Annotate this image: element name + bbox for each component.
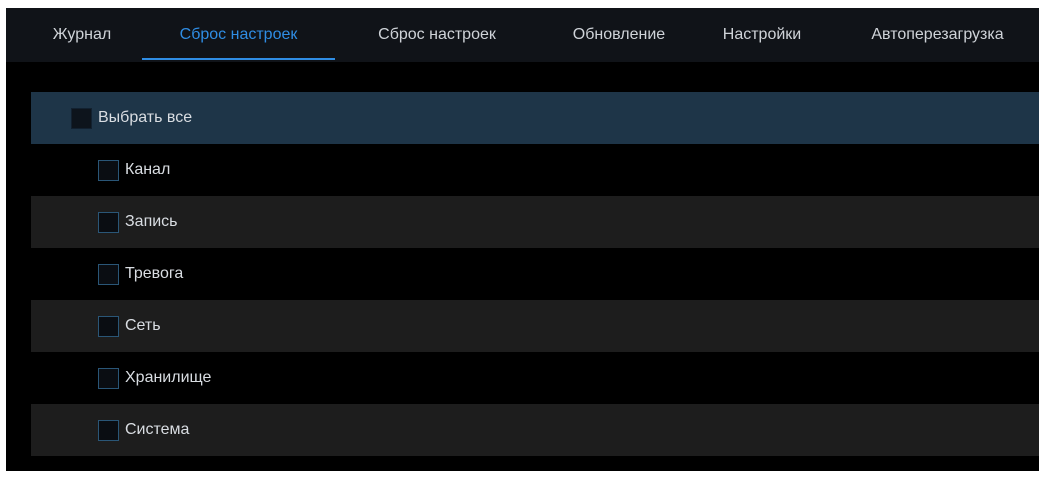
tab-log[interactable]: Журнал bbox=[30, 8, 134, 62]
tab-reset-settings-2[interactable]: Сброс настроек bbox=[344, 8, 530, 62]
tab-reset-settings[interactable]: Сброс настроек bbox=[142, 8, 335, 62]
system-label: Система bbox=[125, 421, 190, 438]
channel-checkbox[interactable] bbox=[98, 159, 119, 181]
alarm-checkbox[interactable] bbox=[98, 263, 119, 285]
network-label: Сеть bbox=[125, 317, 161, 334]
reset-settings-panel: Журнал Сброс настроек Сброс настроек Обн… bbox=[6, 8, 1039, 471]
network-checkbox[interactable] bbox=[98, 315, 119, 337]
tab-auto-reboot[interactable]: Автоперезагрузка bbox=[836, 8, 1039, 62]
record-checkbox[interactable] bbox=[98, 211, 119, 233]
reset-option-row-system[interactable]: Система bbox=[31, 404, 1039, 456]
reset-option-row-storage[interactable]: Хранилище bbox=[31, 352, 1039, 404]
channel-label: Канал bbox=[125, 161, 171, 178]
tab-bar: Журнал Сброс настроек Сброс настроек Обн… bbox=[6, 8, 1039, 62]
record-label: Запись bbox=[125, 213, 178, 230]
tab-settings[interactable]: Настройки bbox=[700, 8, 824, 62]
tab-reset-settings-2-label: Сброс настроек bbox=[378, 26, 496, 43]
tab-update[interactable]: Обновление bbox=[538, 8, 700, 62]
tab-log-label: Журнал bbox=[52, 26, 112, 43]
active-tab-indicator bbox=[142, 58, 335, 60]
select-all-checkbox[interactable] bbox=[71, 107, 92, 129]
select-all-row[interactable]: Выбрать все bbox=[31, 92, 1039, 144]
select-all-label: Выбрать все bbox=[98, 109, 193, 126]
tab-settings-label: Настройки bbox=[722, 26, 802, 43]
storage-checkbox[interactable] bbox=[98, 367, 119, 389]
tab-update-label: Обновление bbox=[572, 26, 666, 43]
tab-reset-settings-label: Сброс настроек bbox=[179, 26, 298, 43]
storage-label: Хранилище bbox=[125, 369, 212, 386]
reset-option-row-record[interactable]: Запись bbox=[31, 196, 1039, 248]
tab-auto-reboot-label: Автоперезагрузка bbox=[871, 26, 1004, 43]
alarm-label: Тревога bbox=[125, 265, 184, 282]
reset-option-row-channel[interactable]: Канал bbox=[31, 144, 1039, 196]
reset-option-row-alarm[interactable]: Тревога bbox=[31, 248, 1039, 300]
reset-option-row-network[interactable]: Сеть bbox=[31, 300, 1039, 352]
system-checkbox[interactable] bbox=[98, 419, 119, 441]
